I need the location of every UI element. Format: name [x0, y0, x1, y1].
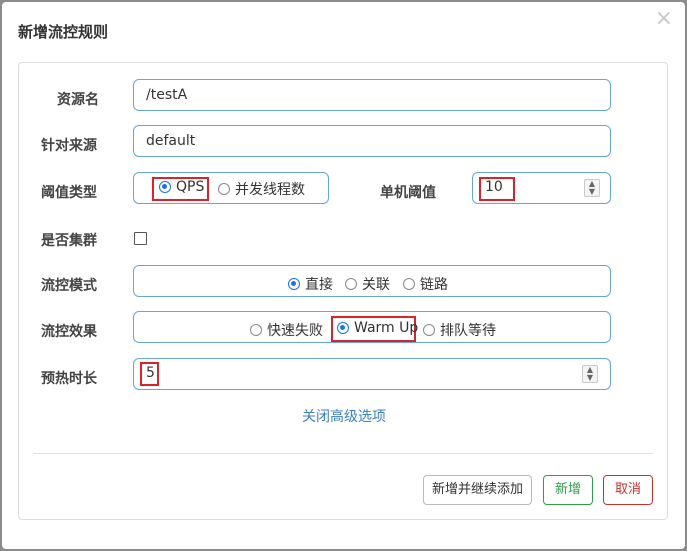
radio-circle — [403, 278, 415, 290]
add-and-continue-button[interactable]: 新增并继续添加 — [423, 475, 532, 505]
resource-label: 资源名 — [57, 92, 99, 108]
resource-input[interactable]: /testA — [133, 79, 611, 111]
stepper-icon[interactable]: ▲ ▼ — [584, 179, 600, 197]
radio-circle-checked — [288, 278, 300, 290]
radio-qps[interactable]: QPS — [159, 179, 204, 195]
radio-queue[interactable]: 排队等待 — [423, 320, 496, 340]
warmup-duration-value: 5 — [146, 365, 155, 381]
radio-warm-up-label: Warm Up — [354, 320, 419, 336]
radio-queue-label: 排队等待 — [440, 323, 496, 339]
dialog-title: 新增流控规则 — [18, 23, 109, 41]
radio-chain[interactable]: 链路 — [403, 274, 448, 294]
radio-circle — [218, 183, 230, 195]
form-panel: 资源名 /testA 针对来源 default 阈值类型 QPS 并发线程数 单… — [18, 62, 668, 520]
warmup-duration-label: 预热时长 — [41, 371, 97, 387]
single-threshold-value: 10 — [485, 179, 503, 195]
single-threshold-label: 单机阈值 — [380, 185, 436, 201]
cancel-button[interactable]: 取消 — [603, 475, 653, 505]
radio-circle — [345, 278, 357, 290]
radio-circle-checked — [337, 322, 349, 334]
flow-mode-group: 直接 关联 链路 — [133, 265, 611, 297]
add-button[interactable]: 新增 — [543, 475, 593, 505]
single-threshold-input[interactable]: 10 ▲ ▼ — [472, 172, 611, 204]
add-flow-rule-dialog: 新增流控规则 × 资源名 /testA 针对来源 default 阈值类型 QP… — [2, 2, 685, 549]
source-label: 针对来源 — [41, 138, 97, 154]
radio-circle-checked — [159, 181, 171, 193]
close-icon[interactable]: × — [655, 8, 673, 30]
warmup-duration-input[interactable]: 5 ▲ ▼ — [133, 358, 611, 390]
radio-direct[interactable]: 直接 — [288, 274, 333, 294]
stepper-icon[interactable]: ▲ ▼ — [582, 365, 598, 383]
cluster-label: 是否集群 — [41, 233, 97, 249]
flow-effect-label: 流控效果 — [41, 324, 97, 340]
divider — [33, 453, 653, 454]
radio-concurrent-threads[interactable]: 并发线程数 — [218, 179, 305, 199]
threshold-type-group: QPS 并发线程数 — [133, 172, 329, 204]
cluster-checkbox[interactable] — [134, 232, 147, 245]
radio-direct-label: 直接 — [305, 277, 333, 293]
radio-related[interactable]: 关联 — [345, 274, 390, 294]
close-advanced-options-link[interactable]: 关闭高级选项 — [19, 406, 669, 426]
radio-chain-label: 链路 — [420, 277, 448, 293]
radio-qps-label: QPS — [176, 179, 205, 195]
radio-circle — [423, 324, 435, 336]
radio-warm-up[interactable]: Warm Up — [337, 320, 418, 336]
source-input[interactable]: default — [133, 125, 611, 157]
radio-concurrent-threads-label: 并发线程数 — [235, 182, 305, 198]
flow-mode-label: 流控模式 — [41, 278, 97, 294]
threshold-type-label: 阈值类型 — [41, 185, 97, 201]
radio-fast-fail-label: 快速失败 — [267, 323, 323, 339]
radio-circle — [250, 324, 262, 336]
radio-related-label: 关联 — [362, 277, 390, 293]
radio-fast-fail[interactable]: 快速失败 — [250, 320, 323, 340]
flow-effect-group: 快速失败 Warm Up 排队等待 — [133, 311, 611, 343]
